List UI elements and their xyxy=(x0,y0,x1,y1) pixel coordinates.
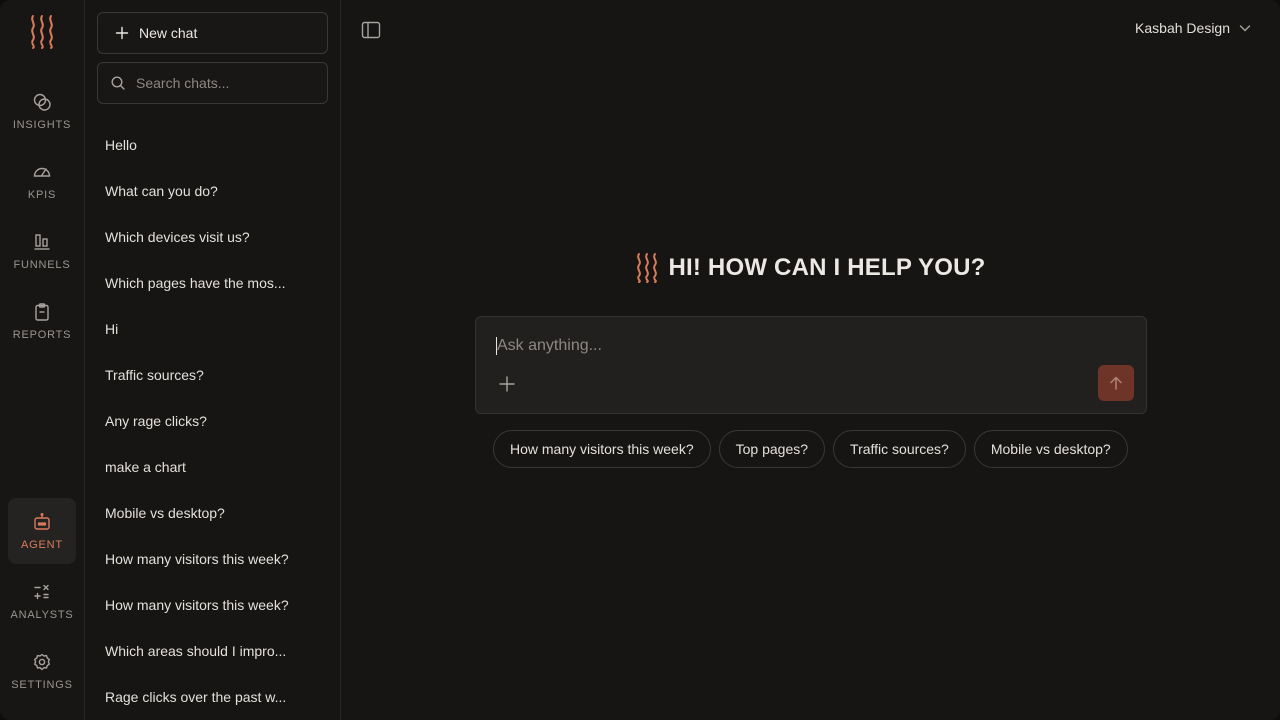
chat-history-item[interactable]: Mobile vs desktop? xyxy=(97,490,328,536)
chat-history-item[interactable]: Hi xyxy=(97,306,328,352)
gear-icon xyxy=(32,652,52,672)
rail-item-reports[interactable]: REPORTS xyxy=(8,288,76,354)
funnel-bars-icon xyxy=(32,232,52,252)
chat-history-item[interactable]: Rage clicks over the past w... xyxy=(97,674,328,720)
greeting-title: HI! HOW CAN I HELP YOU? xyxy=(668,254,986,281)
rail-item-settings[interactable]: SETTINGS xyxy=(8,638,76,704)
suggestion-chip[interactable]: Traffic sources? xyxy=(833,430,966,468)
chat-history-item[interactable]: Any rage clicks? xyxy=(97,398,328,444)
calculator-icon xyxy=(32,582,52,602)
gauge-icon xyxy=(32,162,52,182)
clipboard-icon xyxy=(32,302,52,322)
suggestion-chip[interactable]: Mobile vs desktop? xyxy=(973,430,1128,468)
chat-history-item[interactable]: make a chart xyxy=(97,444,328,490)
plus-icon xyxy=(114,25,130,41)
chat-composer: Ask anything... xyxy=(475,316,1147,414)
suggestion-chip[interactable]: How many visitors this week? xyxy=(493,430,711,468)
rail-item-label: REPORTS xyxy=(12,328,72,341)
rail-item-agent[interactable]: AGENT xyxy=(8,498,76,564)
chat-history-item[interactable]: Hello xyxy=(97,122,328,168)
new-chat-button[interactable]: New chat xyxy=(97,12,328,54)
search-icon xyxy=(110,75,126,91)
attach-plus-icon[interactable] xyxy=(498,375,516,393)
robot-icon xyxy=(32,512,52,532)
chat-history-item[interactable]: Which devices visit us? xyxy=(97,214,328,260)
main-panel: Kasbah Design HI! HOW CAN I HELP YOU? As xyxy=(341,0,1280,720)
greeting: HI! HOW CAN I HELP YOU? xyxy=(341,252,1280,284)
message-placeholder: Ask anything... xyxy=(497,337,602,354)
sidebar-toggle-icon[interactable] xyxy=(361,21,381,39)
rail-item-label: AGENT xyxy=(21,538,63,551)
rail-item-insights[interactable]: INSIGHTS xyxy=(8,78,76,144)
insights-icon xyxy=(32,92,52,112)
rail-item-label: SETTINGS xyxy=(11,678,73,691)
chevron-down-icon xyxy=(1238,21,1252,35)
chat-history-list: Hello What can you do? Which devices vis… xyxy=(97,122,328,720)
app-window: INSIGHTS KPIS FUNNELS REPORTS AGENT ANAL… xyxy=(0,0,1280,720)
send-button[interactable] xyxy=(1098,365,1134,401)
rail-item-label: KPIS xyxy=(27,188,57,201)
rail-item-label: ANALYSTS xyxy=(10,608,74,621)
brand-logo-icon xyxy=(637,253,658,283)
workspace-selector[interactable]: Kasbah Design xyxy=(1135,18,1252,38)
rail-item-funnels[interactable]: FUNNELS xyxy=(8,218,76,284)
rail-item-analysts[interactable]: ANALYSTS xyxy=(8,568,76,634)
rail-item-label: INSIGHTS xyxy=(12,118,72,131)
brand-logo-icon[interactable] xyxy=(29,14,55,50)
chat-history-item[interactable]: How many visitors this week? xyxy=(97,582,328,628)
rail-item-label: FUNNELS xyxy=(13,258,71,271)
primary-rail: INSIGHTS KPIS FUNNELS REPORTS AGENT ANAL… xyxy=(0,0,85,720)
chat-history-item[interactable]: Which pages have the mos... xyxy=(97,260,328,306)
suggestion-chips: How many visitors this week? Top pages? … xyxy=(493,430,1136,468)
chat-sidebar: New chat Hello What can you do? Which de… xyxy=(85,0,341,720)
rail-item-kpis[interactable]: KPIS xyxy=(8,148,76,214)
workspace-name: Kasbah Design xyxy=(1135,20,1230,36)
chat-history-item[interactable]: Traffic sources? xyxy=(97,352,328,398)
message-input[interactable]: Ask anything... xyxy=(496,335,1116,357)
chat-history-item[interactable]: Which areas should I impro... xyxy=(97,628,328,674)
new-chat-label: New chat xyxy=(139,25,198,41)
chat-history-item[interactable]: How many visitors this week? xyxy=(97,536,328,582)
search-chats[interactable] xyxy=(97,62,328,104)
suggestion-chip[interactable]: Top pages? xyxy=(718,430,826,468)
chat-history-item[interactable]: What can you do? xyxy=(97,168,328,214)
search-input[interactable] xyxy=(136,75,316,91)
arrow-up-icon xyxy=(1110,376,1122,390)
